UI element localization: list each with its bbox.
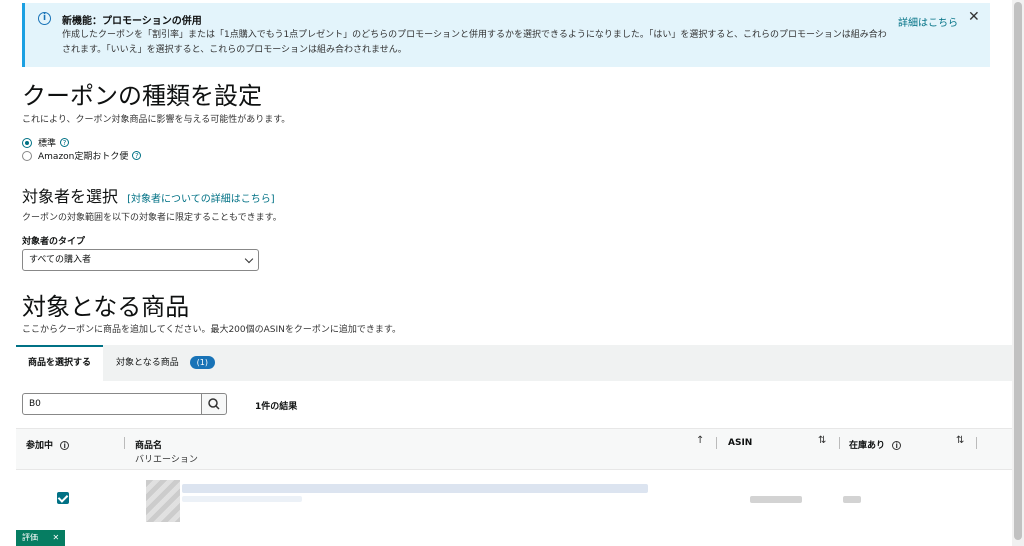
radio-button[interactable] <box>22 137 32 148</box>
radio-standard[interactable]: 標準 ? <box>22 136 70 149</box>
scrollbar[interactable] <box>1012 0 1024 546</box>
column-product-name[interactable]: 商品名 <box>135 438 162 451</box>
audience-subtitle: クーポンの対象範囲を以下の対象者に限定することもできます。 <box>22 213 282 223</box>
row-checkbox[interactable] <box>57 492 69 504</box>
result-count: 1件の結果 <box>255 402 298 412</box>
search-button[interactable] <box>201 393 227 415</box>
help-icon[interactable]: ? <box>132 151 142 160</box>
sort-icon[interactable]: ⇅ <box>818 435 826 446</box>
banner-details-link[interactable]: 詳細はこちら <box>898 14 958 29</box>
column-variation: バリエーション <box>135 455 198 465</box>
audience-details-link[interactable]: [対象者についての詳細はこちら] <box>127 194 275 205</box>
redacted-variation <box>182 496 302 502</box>
column-in-stock[interactable]: 在庫あり i <box>849 438 902 451</box>
audience-type-value: すべての購入者 <box>29 255 92 265</box>
help-icon[interactable]: ? <box>60 138 70 147</box>
table-header: 参加中 i 商品名 バリエーション ↑ ASIN ⇅ 在庫あり i ⇅ <box>16 428 1012 470</box>
redacted-stock <box>843 496 861 503</box>
product-thumbnail <box>146 480 180 522</box>
product-tabs: 商品を選択する 対象となる商品 (1) <box>16 345 1012 381</box>
audience-heading: 対象者を選択 <box>22 187 119 206</box>
audience-type-select[interactable]: すべての購入者 <box>22 249 259 271</box>
sort-asc-icon[interactable]: ↑ <box>696 435 704 446</box>
audience-type-label: 対象者のタイプ <box>22 237 86 247</box>
column-divider <box>839 437 840 449</box>
column-in-stock-label: 在庫あり <box>849 441 886 451</box>
column-participating-label: 参加中 <box>26 441 54 451</box>
promotion-banner: i 新機能：プロモーションの併用 作成したクーポンを「割引率」または「1点購入で… <box>22 3 990 67</box>
close-icon[interactable]: ✕ <box>968 9 980 25</box>
radio-button[interactable] <box>22 150 32 161</box>
column-divider <box>124 437 125 449</box>
search-icon <box>208 398 220 410</box>
radio-subscribe-save[interactable]: Amazon定期おトク便 ? <box>22 149 142 162</box>
close-icon[interactable]: ✕ <box>53 533 60 542</box>
redacted-asin <box>750 496 802 503</box>
feedback-label: 評価 <box>22 533 38 542</box>
info-icon[interactable]: i <box>60 441 70 450</box>
scrollbar-thumb[interactable] <box>1014 2 1022 540</box>
column-divider <box>976 437 977 449</box>
coupon-type-title: クーポンの種類を設定 <box>22 82 262 110</box>
column-asin[interactable]: ASIN <box>728 438 752 448</box>
banner-text: 作成したクーポンを「割引率」または「1点購入でもう1点プレゼント」のどちらのプロ… <box>62 30 887 55</box>
redacted-product-name <box>182 484 648 493</box>
column-divider <box>716 437 717 449</box>
tab-label: 対象となる商品 <box>116 358 179 368</box>
products-subtitle: ここからクーポンに商品を追加してください。最大200個のASINをクーポンに追加… <box>22 325 401 335</box>
tab-select-products[interactable]: 商品を選択する <box>16 345 104 381</box>
column-participating: 参加中 i <box>26 438 70 451</box>
radio-label-standard: 標準 <box>38 139 57 149</box>
audience-title: 対象者を選択 [対象者についての詳細はこちら] <box>22 183 275 207</box>
info-icon: i <box>38 12 51 25</box>
feedback-tab[interactable]: 評価 ✕ <box>16 530 66 546</box>
radio-label-subscribe-save: Amazon定期おトク便 <box>38 152 129 162</box>
chevron-down-icon <box>244 254 254 264</box>
banner-title: 新機能：プロモーションの併用 <box>62 16 202 27</box>
info-icon[interactable]: i <box>892 441 902 450</box>
tab-eligible-products[interactable]: 対象となる商品 (1) <box>104 345 227 381</box>
sort-icon[interactable]: ⇅ <box>956 435 964 446</box>
coupon-type-subtitle: これにより、クーポン対象商品に影響を与える可能性があります。 <box>22 115 291 125</box>
search-input[interactable]: B0 <box>22 393 202 415</box>
count-badge: (1) <box>189 356 215 369</box>
products-title: 対象となる商品 <box>22 293 190 321</box>
